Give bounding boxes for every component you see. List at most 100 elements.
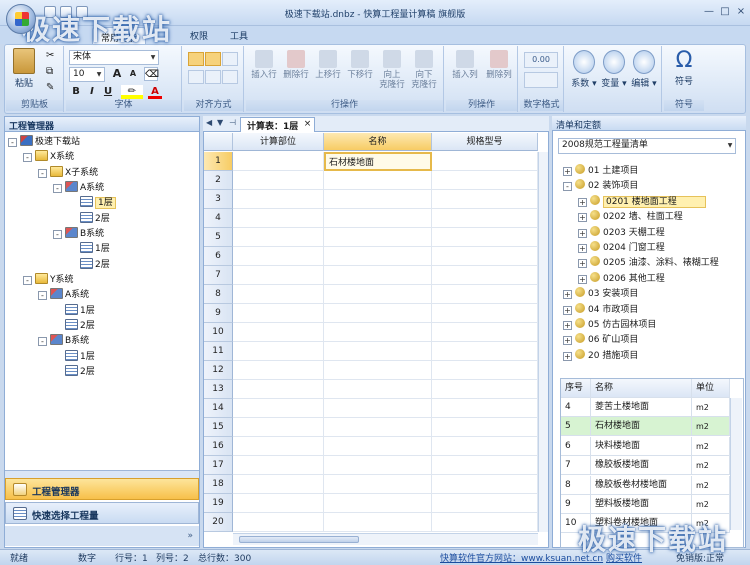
tree-toggle-icon[interactable]: +: [563, 290, 572, 300]
tree-node[interactable]: 2层: [8, 319, 198, 333]
quota-tree-node[interactable]: +0201 楼地面工程: [563, 194, 743, 210]
table-cell[interactable]: m2: [692, 436, 730, 456]
grid-cell[interactable]: [233, 228, 324, 247]
grid-cell[interactable]: [324, 418, 432, 437]
tree-node[interactable]: - X子系统: [8, 165, 198, 180]
grid-cell[interactable]: [432, 171, 538, 190]
tree-toggle-icon[interactable]: -: [8, 138, 17, 147]
row-number[interactable]: 16: [204, 437, 233, 456]
pane-splitter[interactable]: [5, 470, 199, 478]
grid-cell[interactable]: [233, 475, 324, 494]
grid-cell[interactable]: [233, 418, 324, 437]
move-row-down-button[interactable]: 下移行: [344, 50, 376, 80]
table-cell[interactable]: 7: [561, 456, 591, 476]
grid-cell[interactable]: [324, 342, 432, 361]
tree-toggle-icon[interactable]: -: [563, 182, 572, 192]
tree-node[interactable]: 2层: [8, 365, 198, 379]
align-center-icon[interactable]: [205, 70, 221, 84]
shrink-font-button[interactable]: A: [126, 67, 140, 81]
grid-cell[interactable]: [324, 399, 432, 418]
number-format-button[interactable]: 0.00: [524, 52, 558, 68]
grid-cell[interactable]: [233, 437, 324, 456]
grid-cell[interactable]: [233, 380, 324, 399]
tree-node[interactable]: - A系统: [8, 181, 198, 195]
grid-cell[interactable]: [432, 342, 538, 361]
app-menu-button[interactable]: [6, 4, 36, 34]
row-number[interactable]: 2: [204, 171, 233, 190]
grid-cell[interactable]: [432, 475, 538, 494]
font-name-select[interactable]: 宋体 ▼: [69, 50, 159, 65]
row-number[interactable]: 17: [204, 456, 233, 475]
close-button[interactable]: ×: [734, 5, 748, 19]
grid-cell[interactable]: [432, 209, 538, 228]
grid-cell[interactable]: [324, 380, 432, 399]
quota-tree-node[interactable]: - 02 装饰项目: [563, 179, 743, 194]
table-cell[interactable]: 4: [561, 398, 591, 417]
grid-cell[interactable]: [324, 456, 432, 475]
grow-font-button[interactable]: A: [110, 67, 124, 81]
spec-select[interactable]: 2008规范工程量清单 ▼: [558, 138, 736, 154]
close-tab-icon[interactable]: ×: [304, 119, 312, 129]
nav-project-manager[interactable]: 工程管理器: [5, 478, 199, 500]
align-left-icon[interactable]: [188, 70, 204, 84]
tab-permissions[interactable]: 权限: [190, 29, 208, 42]
tree-node[interactable]: - B系统: [8, 334, 198, 348]
tree-node[interactable]: 1层: [8, 349, 198, 364]
nav-quick-select[interactable]: 快速选择工程量: [5, 502, 199, 524]
quota-tree-node[interactable]: +01 土建项目: [563, 164, 743, 179]
align-top-right-icon[interactable]: [222, 52, 238, 66]
grid-cell[interactable]: [233, 304, 324, 323]
row-number[interactable]: 10: [204, 323, 233, 342]
sheet-nav-left-icon[interactable]: ◀: [206, 118, 212, 127]
grid-cell[interactable]: [324, 494, 432, 513]
grid-cell[interactable]: [432, 266, 538, 285]
grid-cell[interactable]: [324, 437, 432, 456]
decimal-icon[interactable]: [524, 72, 558, 88]
tree-node[interactable]: 1层: [8, 303, 198, 318]
tree-node[interactable]: 2层: [8, 257, 198, 272]
quota-tree-node[interactable]: +03 安装项目: [563, 287, 743, 302]
grid-cell[interactable]: [432, 323, 538, 342]
highlight-icon[interactable]: ✏: [121, 85, 143, 99]
symbol-button[interactable]: Ω 符号: [668, 48, 700, 87]
quota-tree-node[interactable]: +05 仿古园林项目: [563, 317, 743, 333]
grid-cell[interactable]: [233, 152, 324, 171]
grid-cell[interactable]: [324, 171, 432, 190]
italic-button[interactable]: I: [85, 85, 99, 99]
tree-toggle-icon[interactable]: +: [578, 274, 587, 284]
grid-cell[interactable]: [324, 228, 432, 247]
grid-cell[interactable]: [432, 399, 538, 418]
underline-button[interactable]: U: [101, 85, 115, 99]
grid-cell[interactable]: [233, 190, 324, 209]
grid-cell[interactable]: [324, 513, 432, 532]
grid-vertical-scrollbar[interactable]: [538, 152, 548, 532]
quota-tree-node[interactable]: +0202 墙、柱面工程: [563, 210, 743, 225]
grid-cell[interactable]: [233, 171, 324, 190]
grid-cell[interactable]: [324, 361, 432, 380]
edit-button[interactable]: 编辑 ▾: [630, 50, 658, 89]
sheet-nav-down-icon[interactable]: ▼: [217, 118, 223, 127]
align-top-center-icon[interactable]: [205, 52, 221, 66]
font-size-select[interactable]: 10 ▼: [69, 67, 105, 82]
tree-toggle-icon[interactable]: -: [23, 276, 32, 286]
grid-cell[interactable]: [324, 304, 432, 323]
sheet-nav-pin-icon[interactable]: ⊣: [229, 118, 236, 127]
quota-tree-node[interactable]: +0204 门窗工程: [563, 240, 743, 256]
table-cell[interactable]: 6: [561, 436, 591, 456]
grid-cell[interactable]: [432, 152, 538, 171]
quota-tree-node[interactable]: +0206 其他工程: [563, 271, 743, 287]
row-number[interactable]: 13: [204, 380, 233, 399]
paste-button[interactable]: 粘贴: [12, 48, 36, 89]
table-cell[interactable]: 8: [561, 475, 591, 495]
row-number[interactable]: 7: [204, 266, 233, 285]
table-cell[interactable]: m2: [692, 398, 730, 417]
row-number[interactable]: 20: [204, 513, 233, 532]
grid-cell[interactable]: [233, 323, 324, 342]
row-number[interactable]: 4: [204, 209, 233, 228]
tree-toggle-icon[interactable]: -: [23, 153, 32, 163]
copy-icon[interactable]: ⧉: [46, 66, 53, 77]
grid-cell[interactable]: [233, 456, 324, 475]
row-number[interactable]: 11: [204, 342, 233, 361]
cut-icon[interactable]: ✂: [46, 50, 54, 61]
grid-cell[interactable]: [432, 228, 538, 247]
